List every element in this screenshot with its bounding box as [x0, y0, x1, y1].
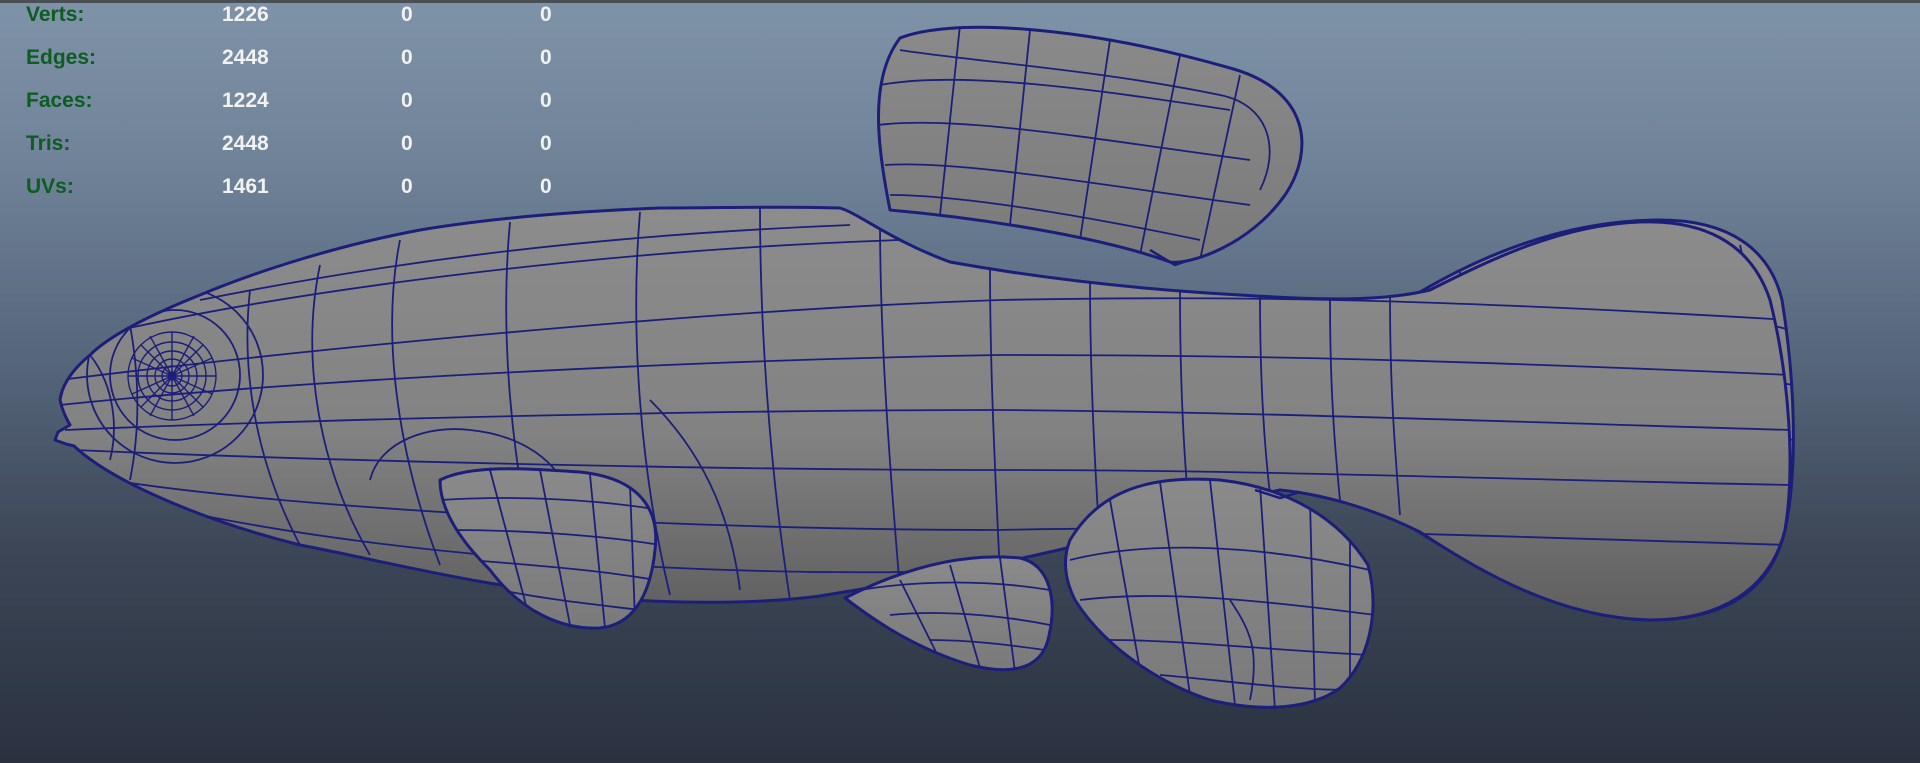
hud-selected-value: 0 [401, 46, 413, 69]
hud-selected-value: 0 [401, 89, 413, 112]
hud-label: Tris: [26, 132, 71, 155]
hud-label: Verts: [26, 3, 85, 26]
hud-label: Faces: [26, 89, 93, 112]
hud-label: Edges: [26, 46, 97, 69]
hud-component-value: 0 [540, 132, 552, 155]
hud-total-value: 1224 [222, 89, 269, 112]
hud-component-value: 0 [540, 89, 552, 112]
pectoral-fin [438, 467, 658, 630]
hud-total-value: 1461 [222, 175, 269, 198]
fish-mesh[interactable] [0, 0, 1920, 763]
hud-selected-value: 0 [401, 3, 413, 26]
hud-total-value: 2448 [222, 132, 269, 155]
hud-component-value: 0 [540, 175, 552, 198]
hud-selected-value: 0 [401, 175, 413, 198]
eye [127, 331, 217, 421]
hud-label: UVs: [26, 175, 74, 198]
viewport-3d[interactable]: Verts: 1226 0 0 Edges: 2448 0 0 Faces: 1… [0, 0, 1920, 763]
hud-total-value: 2448 [222, 46, 269, 69]
dorsal-fin [877, 25, 1304, 264]
fish-body [53, 205, 1792, 622]
hud-total-value: 1226 [222, 3, 269, 26]
hud-component-value: 0 [540, 46, 552, 69]
hud-component-value: 0 [540, 3, 552, 26]
hud-selected-value: 0 [401, 132, 413, 155]
